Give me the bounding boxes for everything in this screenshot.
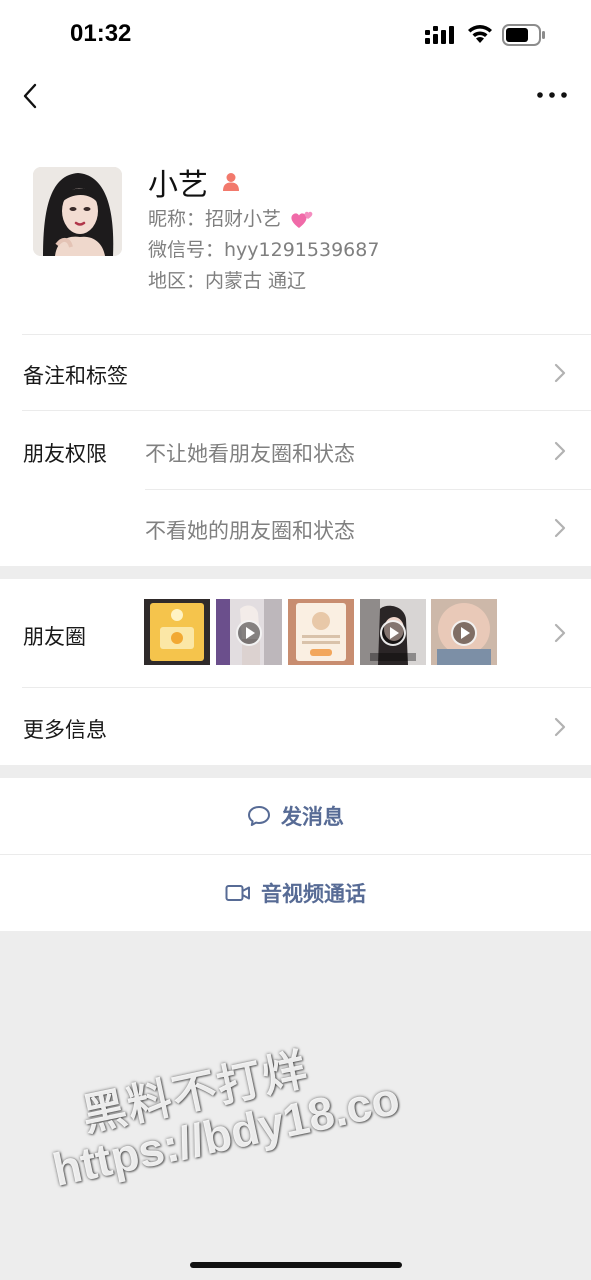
cellular-signal-icon bbox=[425, 26, 454, 44]
moments-image-icon bbox=[288, 599, 354, 665]
more-info-label: 更多信息 bbox=[23, 718, 107, 742]
back-arrow-icon[interactable] bbox=[14, 78, 50, 114]
moments-thumbnail[interactable] bbox=[144, 599, 210, 665]
moments-image-icon bbox=[144, 599, 210, 665]
status-time: 01:32 bbox=[70, 20, 132, 47]
region-line: 地区：内蒙古 通辽 bbox=[148, 266, 306, 293]
profile-header: 小艺 昵称：招财小艺 微信号：hyy1291539687 地区：内蒙古 通辽 bbox=[0, 130, 591, 335]
nav-bar bbox=[0, 70, 591, 130]
region-label: 地区： bbox=[148, 270, 206, 292]
friend-permissions-section: 朋友权限 不让她看朋友圈和状态 不看她的朋友圈和状态 bbox=[0, 411, 591, 566]
more-options-icon[interactable] bbox=[534, 82, 570, 108]
nickname-value: 招财小艺 bbox=[205, 208, 282, 230]
chevron-right-icon bbox=[554, 623, 566, 643]
video-camera-icon bbox=[225, 885, 250, 901]
two-hearts-icon bbox=[291, 211, 313, 228]
wechat-id-value[interactable]: hyy1291539687 bbox=[224, 239, 379, 261]
video-call-label: 音视频通话 bbox=[261, 882, 366, 906]
more-info-row[interactable]: 更多信息 bbox=[0, 688, 591, 765]
chevron-right-icon[interactable] bbox=[552, 439, 568, 463]
wifi-icon bbox=[468, 25, 492, 43]
status-bar: 01:32 bbox=[0, 0, 591, 70]
moments-thumbnail[interactable] bbox=[288, 599, 354, 665]
avatar[interactable] bbox=[33, 167, 122, 256]
nickname-label: 昵称： bbox=[148, 208, 206, 230]
nickname-line: 昵称：招财小艺 bbox=[148, 204, 315, 232]
wechat-id-label: 微信号： bbox=[148, 239, 225, 261]
female-gender-icon bbox=[223, 173, 239, 191]
video-call-button[interactable]: 音视频通话 bbox=[0, 855, 591, 931]
chat-bubble-icon bbox=[248, 806, 270, 826]
wechat-id-line: 微信号：hyy1291539687 bbox=[148, 235, 379, 262]
remark-tags-label: 备注和标签 bbox=[23, 364, 128, 388]
send-message-button[interactable]: 发消息 bbox=[0, 778, 591, 854]
moments-thumbnail[interactable] bbox=[431, 599, 497, 665]
moments-thumbnail[interactable] bbox=[360, 599, 426, 665]
chevron-right-icon bbox=[554, 717, 566, 737]
home-indicator[interactable] bbox=[190, 1262, 402, 1268]
send-message-label: 发消息 bbox=[281, 805, 344, 829]
chevron-right-icon bbox=[554, 363, 566, 383]
watermark: 黑料不打烊 https://bdy18.co bbox=[30, 985, 413, 1207]
profile-name: 小艺 bbox=[148, 168, 208, 203]
avatar-portrait-icon bbox=[33, 167, 122, 256]
play-icon bbox=[380, 620, 406, 646]
divider bbox=[145, 489, 591, 490]
region-value: 内蒙古 通辽 bbox=[205, 270, 307, 292]
remark-tags-row[interactable]: 备注和标签 bbox=[0, 335, 591, 411]
permission-hide-their-moments[interactable]: 不看她的朋友圈和状态 bbox=[145, 515, 355, 545]
play-icon bbox=[451, 620, 477, 646]
friend-permissions-label: 朋友权限 bbox=[23, 442, 107, 466]
play-icon bbox=[236, 620, 262, 646]
moments-thumbnail[interactable] bbox=[216, 599, 282, 665]
moments-label: 朋友圈 bbox=[23, 625, 86, 649]
permission-hide-my-moments[interactable]: 不让她看朋友圈和状态 bbox=[145, 438, 355, 468]
chevron-right-icon[interactable] bbox=[552, 516, 568, 540]
battery-icon bbox=[502, 24, 545, 46]
profile-name-row: 小艺 bbox=[148, 160, 242, 204]
moments-row[interactable]: 朋友圈 bbox=[0, 579, 591, 688]
